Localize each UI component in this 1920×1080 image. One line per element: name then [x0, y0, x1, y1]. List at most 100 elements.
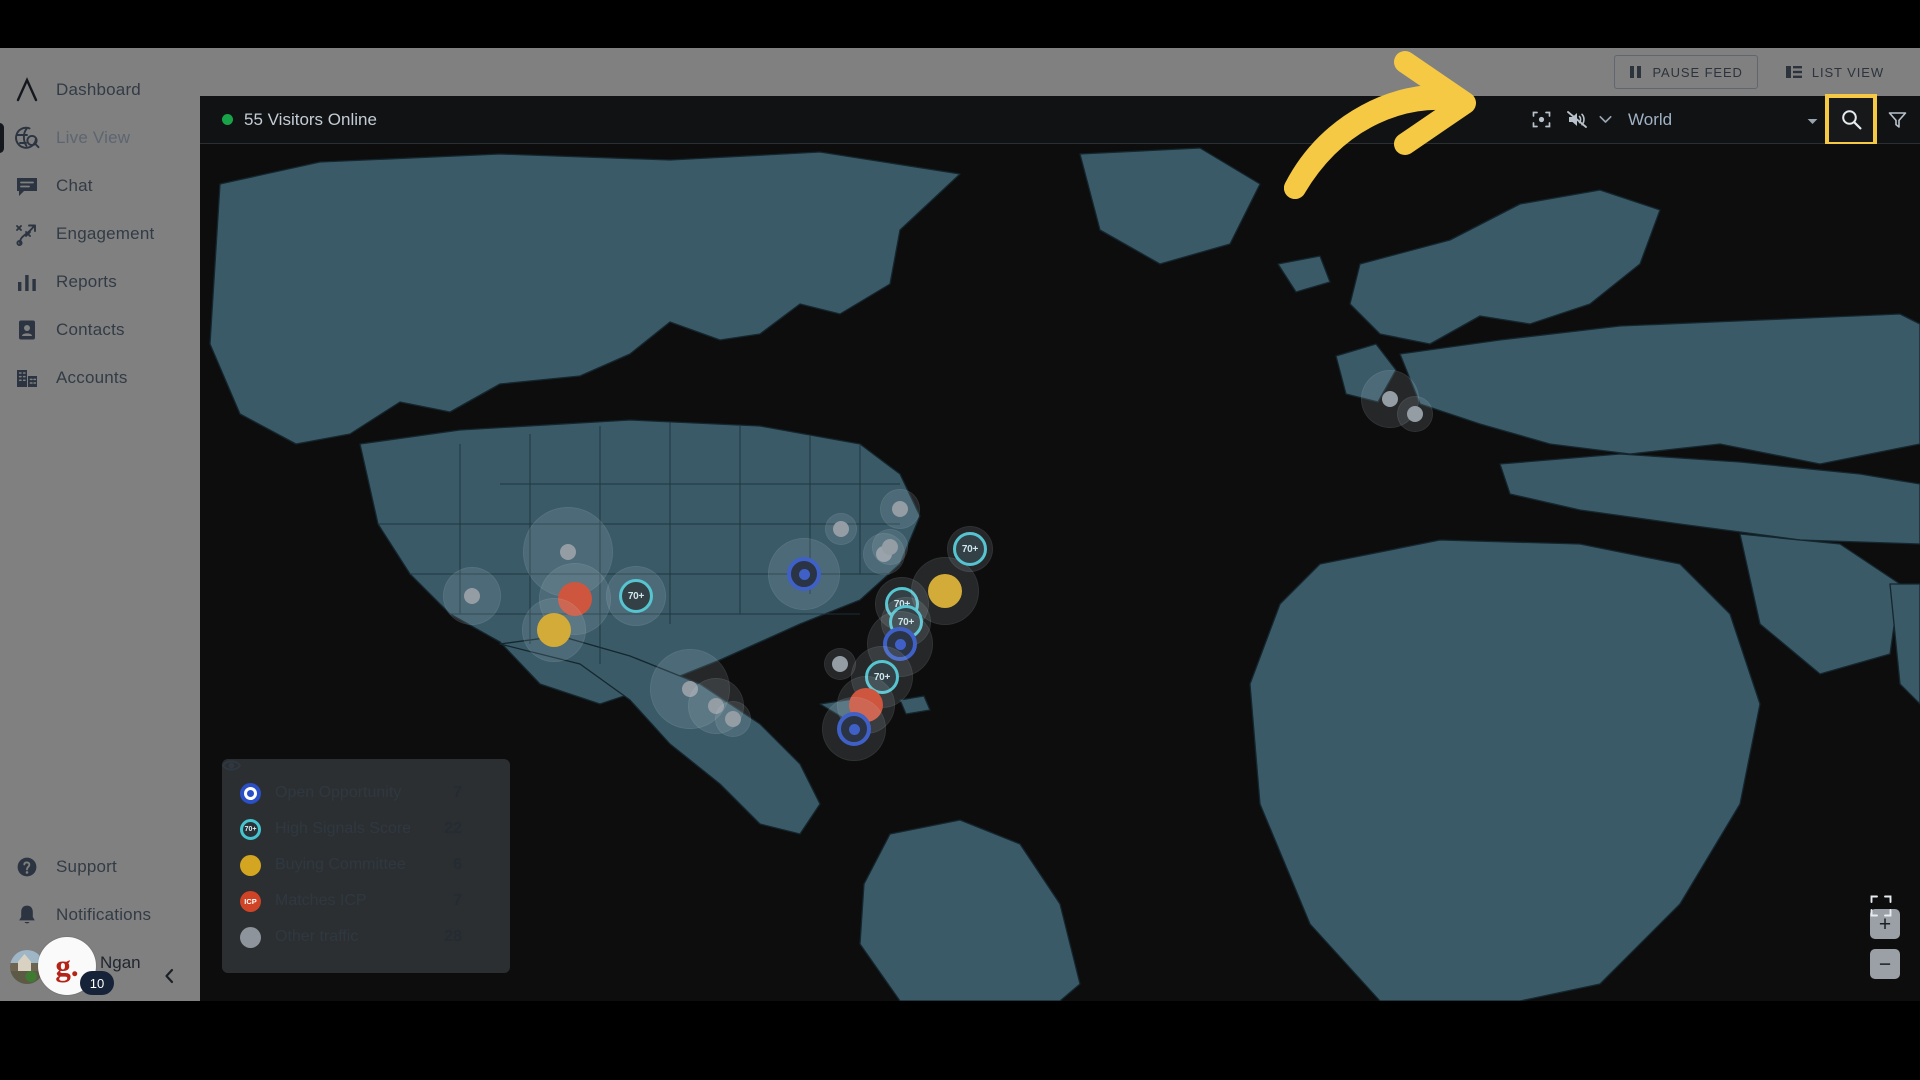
- fullscreen-icon: [1870, 895, 1892, 917]
- world-map[interactable]: 70+ 70+ 70+ 70+ 70+ Open Opportunity 7 70+ H…: [200, 144, 1920, 1001]
- accounts-icon: [14, 365, 40, 391]
- legend-swatch: 70+: [240, 818, 261, 840]
- legend-count: 7: [453, 784, 462, 801]
- legend-label: Other traffic: [275, 928, 359, 945]
- map-marker[interactable]: [716, 702, 750, 736]
- region-select-value: World: [1628, 109, 1673, 129]
- sidebar-item-label: Engagement: [56, 224, 155, 243]
- legend-count: 6: [453, 856, 462, 873]
- caret-up-logo-icon: [14, 77, 40, 103]
- legend-count: 28: [444, 928, 462, 945]
- map-legend: Open Opportunity 7 70+ High Signals Scor…: [222, 759, 510, 973]
- list-icon: [1785, 66, 1802, 78]
- legend-label: Matches ICP: [275, 892, 367, 909]
- sidebar-item-label: Chat: [56, 176, 93, 195]
- map-marker[interactable]: [868, 612, 932, 676]
- pause-feed-button[interactable]: PAUSE FEED: [1614, 55, 1758, 89]
- map-marker[interactable]: [823, 698, 885, 760]
- sidebar-item-chat[interactable]: Chat: [0, 162, 200, 210]
- screenshot-frame: Dashboard Live View Chat Engagement Repo…: [0, 0, 1920, 1080]
- online-status-dot: [222, 114, 233, 125]
- legend-row[interactable]: Buying Committee 6: [222, 760, 510, 883]
- map-marker[interactable]: [540, 564, 610, 634]
- legend-label: Buying Committee: [275, 856, 406, 873]
- bell-icon: [14, 902, 40, 928]
- chat-bubble-icon: [14, 173, 40, 199]
- map-zoom-controls: + −: [1870, 895, 1900, 979]
- legend-count: 7: [453, 892, 462, 909]
- contact-card-icon: [14, 317, 40, 343]
- notification-count-badge: 10: [80, 971, 114, 995]
- bar-chart-icon: [14, 269, 40, 295]
- bell-icon: [19, 905, 35, 924]
- engagement-icon: [14, 221, 40, 247]
- visitors-online: 55 Visitors Online: [222, 110, 377, 130]
- map-marker[interactable]: [1362, 371, 1418, 427]
- sidebar: Dashboard Live View Chat Engagement Repo…: [0, 48, 200, 1001]
- legend-count: 22: [444, 820, 462, 837]
- sidebar-item-notifications[interactable]: Notifications: [0, 891, 200, 939]
- legend-row[interactable]: 70+ High Signals Score 22: [222, 760, 510, 847]
- sidebar-item-reports[interactable]: Reports: [0, 258, 200, 306]
- legend-row[interactable]: Other traffic 28: [222, 760, 510, 955]
- sidebar-item-label: Accounts: [56, 368, 128, 387]
- sidebar-item-label: Contacts: [56, 320, 125, 339]
- help-circle-icon: [14, 854, 40, 880]
- caret-down-icon: [1807, 110, 1818, 130]
- sidebar-collapse-button[interactable]: [156, 963, 182, 989]
- top-toolbar: PAUSE FEED LIST VIEW: [200, 48, 1920, 96]
- sidebar-nav: Dashboard Live View Chat Engagement Repo…: [0, 48, 200, 402]
- list-view-label: LIST VIEW: [1811, 64, 1884, 80]
- map-marker[interactable]: [1398, 397, 1432, 431]
- contact-card-icon: [19, 320, 35, 340]
- sound-muted-icon: [1566, 111, 1587, 128]
- map-marker[interactable]: [689, 679, 743, 733]
- chevron-left-icon: [164, 968, 173, 984]
- legend-label: High Signals Score: [275, 820, 412, 837]
- map-marker[interactable]: [524, 508, 612, 596]
- sound-dropdown-button[interactable]: [1592, 96, 1618, 144]
- legend-row[interactable]: ICP Matches ICP 7: [222, 760, 510, 919]
- legend-row[interactable]: Open Opportunity 7: [222, 760, 510, 811]
- region-select[interactable]: World: [1618, 100, 1828, 140]
- user-name: Ngan: [100, 953, 141, 972]
- sidebar-item-label: Notifications: [56, 905, 152, 924]
- sound-toggle-button[interactable]: [1562, 96, 1592, 144]
- list-view-button[interactable]: LIST VIEW: [1772, 55, 1898, 89]
- help-circle-icon: [17, 857, 37, 877]
- sidebar-item-support[interactable]: Support: [0, 843, 200, 891]
- map-marker[interactable]: [523, 599, 585, 661]
- map-marker[interactable]: [912, 558, 978, 624]
- legend-swatch: [240, 854, 261, 876]
- sidebar-item-live-view[interactable]: Live View: [0, 114, 200, 162]
- zoom-out-button[interactable]: −: [1870, 949, 1900, 979]
- sidebar-item-contacts[interactable]: Contacts: [0, 306, 200, 354]
- map-marker[interactable]: [826, 514, 856, 544]
- filter-button[interactable]: [1874, 96, 1920, 144]
- map-marker[interactable]: [873, 530, 907, 564]
- map-marker[interactable]: [651, 650, 729, 728]
- bar-chart-icon: [18, 275, 36, 291]
- chat-bubble-icon: [17, 178, 37, 196]
- map-marker[interactable]: [825, 649, 855, 679]
- map-marker[interactable]: [444, 568, 500, 624]
- map-marker[interactable]: 70+: [607, 567, 665, 625]
- search-icon: [1841, 110, 1861, 130]
- legend-swatch: [240, 782, 261, 804]
- map-marker[interactable]: 70+: [948, 527, 992, 571]
- sidebar-item-dashboard[interactable]: Dashboard: [0, 66, 200, 114]
- sidebar-item-label: Reports: [56, 272, 117, 291]
- sidebar-bottom-nav: Support Notifications: [0, 843, 200, 939]
- recenter-button[interactable]: [1520, 96, 1562, 144]
- map-marker[interactable]: [881, 490, 919, 528]
- globe-search-icon: [15, 126, 40, 149]
- caret-up-logo-icon: [16, 77, 38, 102]
- recenter-target-icon: [1532, 111, 1550, 128]
- sidebar-item-label: Dashboard: [56, 80, 141, 99]
- sidebar-item-engagement[interactable]: Engagement: [0, 210, 200, 258]
- search-button[interactable]: [1825, 93, 1877, 146]
- map-header-controls: World: [1520, 93, 1920, 146]
- map-header: 55 Visitors Online World: [200, 93, 1920, 146]
- sidebar-item-accounts[interactable]: Accounts: [0, 354, 200, 402]
- map-marker[interactable]: [769, 539, 839, 609]
